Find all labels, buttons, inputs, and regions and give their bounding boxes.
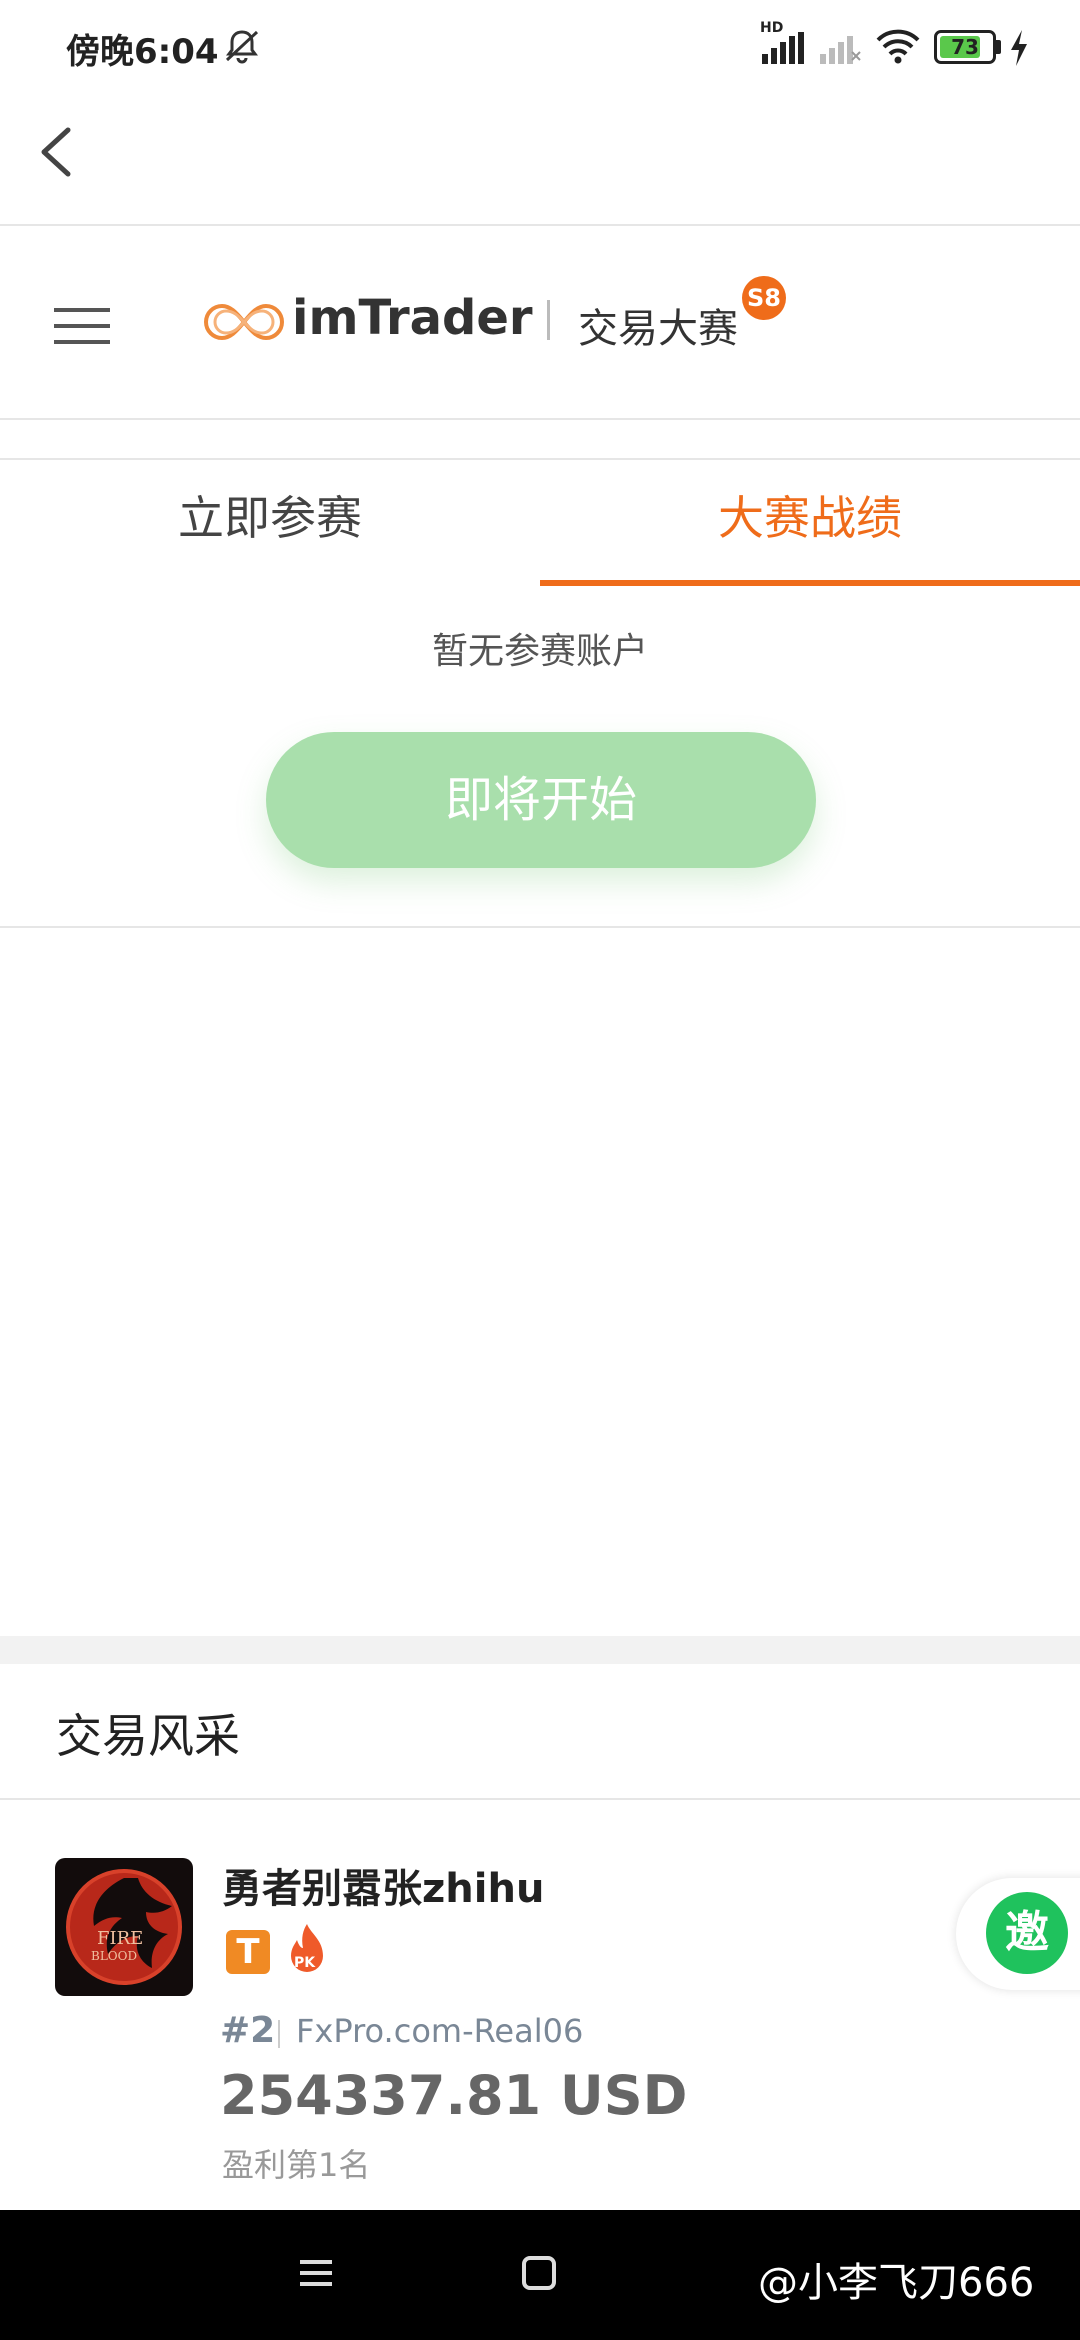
section-title: 交易风采 — [56, 1709, 240, 1763]
divider — [0, 418, 1080, 420]
broker-server: FxPro.com-Real06 — [296, 2012, 584, 2050]
trader-name[interactable]: 勇者别嚣张zhihu — [222, 1856, 544, 1914]
tab-join-now[interactable]: 立即参赛 — [0, 468, 540, 586]
imtrader-logo-icon — [204, 303, 284, 341]
divider — [0, 224, 1080, 226]
home-icon[interactable] — [522, 2256, 556, 2290]
avatar-text-blood: BLOOD — [91, 1949, 137, 1963]
section-separator — [0, 1636, 1080, 1664]
back-arrow-icon[interactable] — [30, 116, 90, 186]
cellular-signal-2-icon — [820, 36, 861, 64]
profit-rank-label: 盈利第1名 — [222, 2146, 371, 2184]
charging-icon — [1011, 30, 1027, 66]
trader-badge-t: T — [226, 1930, 270, 1974]
pk-badge-text: PK — [294, 1955, 316, 1971]
divider — [0, 458, 1080, 460]
empty-state-text: 暂无参赛账户 — [431, 631, 648, 672]
divider — [0, 1798, 1080, 1800]
dragon-emblem-icon: FIRE BLOOD — [66, 1869, 182, 1985]
rank-separator — [278, 2020, 280, 2048]
trader-rank: #2 — [220, 2010, 276, 2051]
divider — [0, 926, 1080, 928]
battery-icon: 73 — [934, 30, 996, 64]
active-tab-indicator — [540, 580, 1080, 586]
invite-button[interactable]: 邀 — [986, 1892, 1068, 1974]
watermark: @小李飞刀666 — [758, 2260, 1035, 2306]
brand-name: imTrader — [292, 290, 533, 346]
battery-tip — [996, 40, 1001, 54]
brand-divider — [547, 300, 550, 340]
hamburger-menu-icon[interactable] — [52, 306, 112, 346]
profit-amount: 254337.81 USD — [220, 2064, 688, 2127]
brand-subtitle: 交易大赛 — [578, 306, 738, 352]
tab-contest-results[interactable]: 大赛战绩 — [540, 468, 1080, 586]
trader-avatar[interactable]: FIRE BLOOD — [55, 1858, 193, 1996]
season-badge: S8 — [742, 276, 786, 320]
battery-level: 73 — [951, 35, 979, 59]
avatar-text-fire: FIRE — [97, 1928, 143, 1949]
status-time: 傍晚6:04 — [66, 32, 219, 72]
coming-soon-button[interactable]: 即将开始 — [266, 732, 816, 868]
recent-apps-icon[interactable] — [298, 2256, 334, 2290]
notifications-off-icon — [225, 30, 259, 64]
wifi-icon — [876, 29, 920, 64]
status-bar: 傍晚6:04 HD 73 — [0, 0, 1080, 96]
pk-flame-badge-icon: PK — [291, 1924, 323, 1972]
